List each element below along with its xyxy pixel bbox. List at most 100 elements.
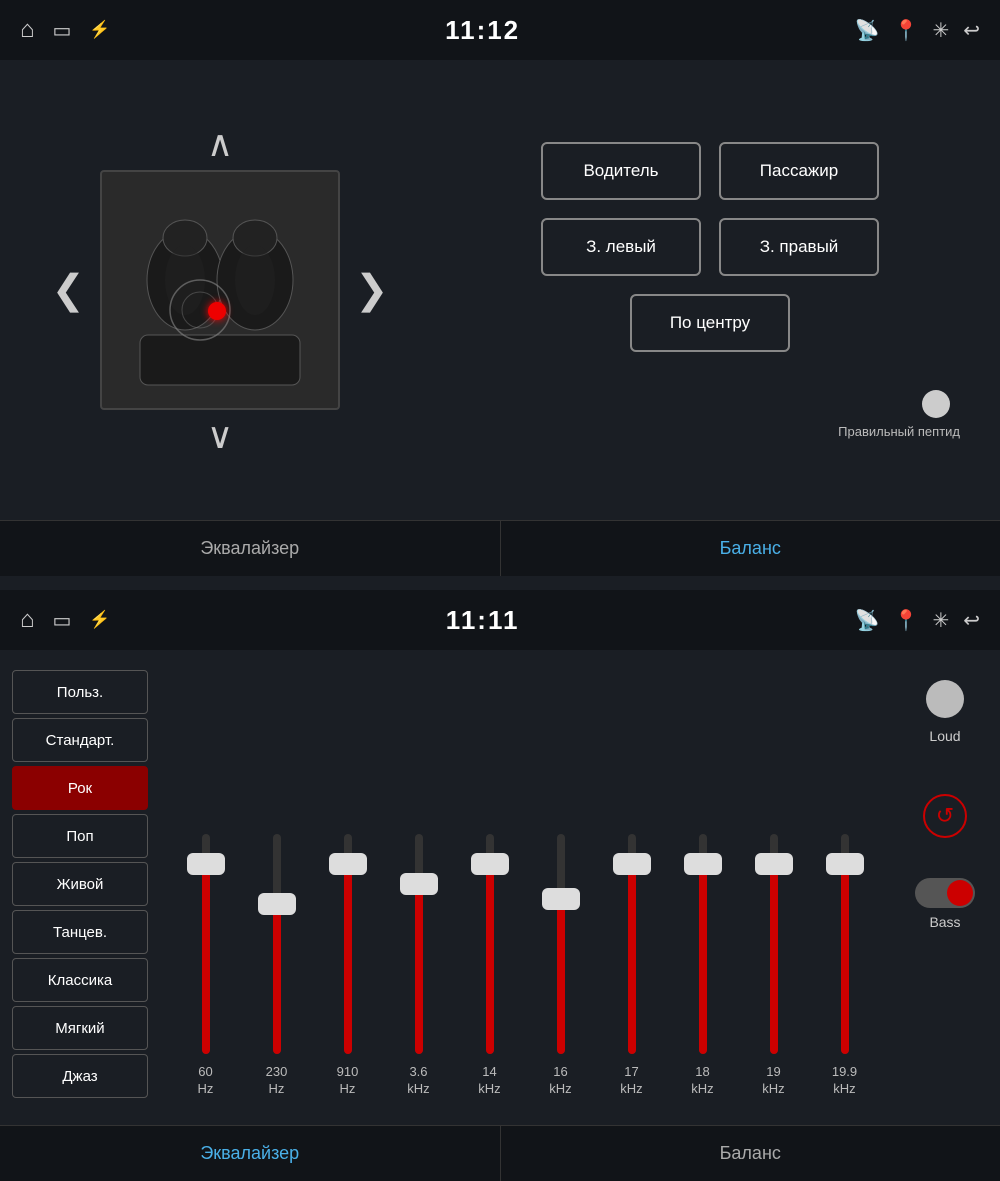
top-time-display: 11:12 [445,15,520,46]
seat-buttons: Водитель Пассажир З. левый З. правый По … [410,80,970,500]
seat-image[interactable] [100,170,340,410]
slider-thumb-6[interactable] [613,853,651,875]
toggle-label: Правильный пептид [838,424,960,439]
slider-thumb-5[interactable] [542,888,580,910]
slider-track-2[interactable] [344,834,352,1054]
cast-icon[interactable]: 📡 [855,18,880,43]
screen-icon-bottom[interactable]: ▭ [53,608,72,633]
seat-image-wrapper: ❮ [46,170,393,410]
slider-thumb-1[interactable] [258,893,296,915]
driver-button[interactable]: Водитель [541,142,701,200]
slider-thumb-9[interactable] [826,853,864,875]
slider-col-5: 16 kHz [531,834,591,1098]
slider-col-4: 14 kHz [460,834,520,1098]
slider-track-0[interactable] [202,834,210,1054]
slider-col-2: 910 Hz [318,834,378,1098]
slider-col-9: 19.9 kHz [815,834,875,1098]
sliders-row: 60 Hz 230 Hz 910 Hz 3.6 kHz 14 kHz 16 kHz 17 k… [170,670,880,1108]
location-icon[interactable]: 📍 [894,18,919,43]
slider-label-1: 230 Hz [266,1064,288,1098]
top-content: ∧ ❮ [0,60,1000,520]
slider-thumb-7[interactable] [684,853,722,875]
status-bar-right-icons: 📡 📍 ✳ ↩ [855,18,980,43]
bluetooth-icon[interactable]: ✳ [932,18,949,43]
slider-thumb-8[interactable] [755,853,793,875]
eq-presets: Польз.Стандарт.РокПопЖивойТанцев.Классик… [0,660,160,1108]
bottom-tab-bar: Эквалайзер Баланс [0,1125,1000,1181]
slider-track-3[interactable] [415,834,423,1054]
seat-selection-dot[interactable] [208,302,226,320]
slider-fill-4 [486,864,494,1054]
slider-thumb-4[interactable] [471,853,509,875]
back-icon[interactable]: ↩ [963,18,980,43]
loud-toggle[interactable] [926,680,964,718]
slider-label-9: 19.9 kHz [832,1064,857,1098]
slider-track-9[interactable] [841,834,849,1054]
slider-track-7[interactable] [699,834,707,1054]
slider-thumb-3[interactable] [400,873,438,895]
tab-balance-top[interactable]: Баланс [501,521,1000,576]
slider-fill-3 [415,884,423,1054]
usb-icon-bottom[interactable]: ⚡ [89,610,110,630]
location-icon-bottom[interactable]: 📍 [894,608,919,633]
slider-track-1[interactable] [273,834,281,1054]
preset-dance[interactable]: Танцев. [12,910,148,954]
slider-fill-8 [770,864,778,1054]
slider-fill-6 [628,864,636,1054]
preset-live[interactable]: Живой [12,862,148,906]
status-bar-bottom-right: 📡 📍 ✳ ↩ [855,608,980,633]
seat-arrow-left[interactable]: ❮ [46,262,90,318]
slider-track-8[interactable] [770,834,778,1054]
tab-eq-top[interactable]: Эквалайзер [0,521,501,576]
preset-standard[interactable]: Стандарт. [12,718,148,762]
bass-toggle[interactable] [915,878,975,908]
rear-right-button[interactable]: З. правый [719,218,879,276]
btn-row-middle: З. левый З. правый [541,218,879,276]
tab-balance-bottom[interactable]: Баланс [501,1126,1000,1181]
usb-icon[interactable]: ⚡ [89,20,110,40]
slider-label-6: 17 kHz [620,1064,642,1098]
reset-button[interactable]: ↺ [923,794,967,838]
slider-track-6[interactable] [628,834,636,1054]
bluetooth-icon-bottom[interactable]: ✳ [932,608,949,633]
seat-arrow-down[interactable]: ∨ [192,410,248,462]
slider-fill-0 [202,864,210,1054]
slider-fill-9 [841,864,849,1054]
rear-left-button[interactable]: З. левый [541,218,701,276]
passenger-button[interactable]: Пассажир [719,142,879,200]
home-icon[interactable]: ⌂ [20,16,35,44]
preset-pop[interactable]: Поп [12,814,148,858]
preset-classic[interactable]: Классика [12,958,148,1002]
status-bar-top: ⌂ ▭ ⚡ 11:12 📡 📍 ✳ ↩ [0,0,1000,60]
bottom-time-display: 11:11 [446,605,520,636]
slider-track-5[interactable] [557,834,565,1054]
preset-jazz[interactable]: Джаз [12,1054,148,1098]
slider-label-3: 3.6 kHz [407,1064,429,1098]
toggle-circle[interactable] [922,390,950,418]
slider-label-5: 16 kHz [549,1064,571,1098]
top-tab-bar: Эквалайзер Баланс [0,520,1000,576]
slider-fill-7 [699,864,707,1054]
eq-right-controls: Loud ↺ Bass [890,660,1000,1108]
slider-track-4[interactable] [486,834,494,1054]
back-icon-bottom[interactable]: ↩ [963,608,980,633]
slider-col-3: 3.6 kHz [389,834,449,1098]
btn-row-center: По центру [630,294,790,352]
preset-user[interactable]: Польз. [12,670,148,714]
screen-icon[interactable]: ▭ [53,18,72,43]
slider-label-0: 60 Hz [198,1064,214,1098]
status-bar-bottom: ⌂ ▭ ⚡ 11:11 📡 📍 ✳ ↩ [0,590,1000,650]
top-panel: ⌂ ▭ ⚡ 11:12 📡 📍 ✳ ↩ ∧ ❮ [0,0,1000,590]
preset-soft[interactable]: Мягкий [12,1006,148,1050]
home-icon-bottom[interactable]: ⌂ [20,606,35,634]
toggle-area: Правильный пептид [450,390,970,439]
preset-rock[interactable]: Рок [12,766,148,810]
slider-thumb-0[interactable] [187,853,225,875]
btn-row-top: Водитель Пассажир [541,142,879,200]
tab-eq-bottom[interactable]: Эквалайзер [0,1126,501,1181]
cast-icon-bottom[interactable]: 📡 [855,608,880,633]
center-button[interactable]: По центру [630,294,790,352]
slider-thumb-2[interactable] [329,853,367,875]
seat-arrow-up[interactable]: ∧ [192,118,248,170]
seat-arrow-right[interactable]: ❯ [350,262,394,318]
